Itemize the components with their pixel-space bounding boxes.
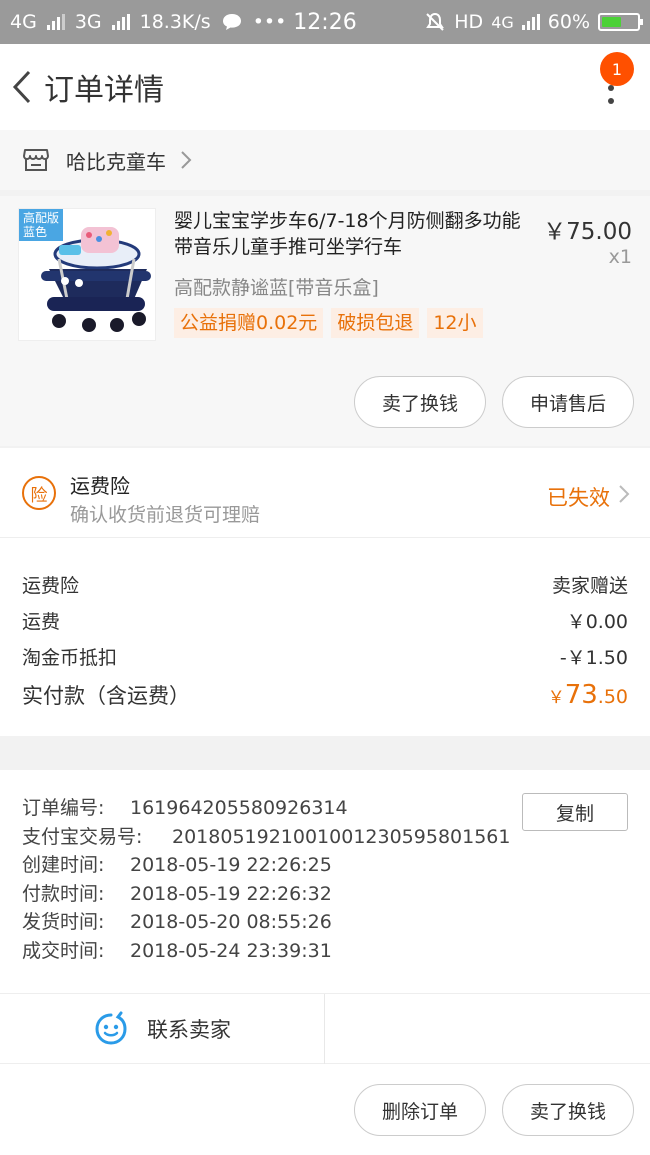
message-icon [222,14,241,30]
signal-icon-3 [521,14,540,30]
bottom-action-bar: 删除订单 卖了换钱 [0,1064,650,1155]
tag-damage-return: 破损包退 [331,308,420,338]
fee-value: -￥1.50 [559,647,628,669]
total-paid-amount: ￥73.50 [548,680,628,710]
more-notifications-dots: ••• [252,11,287,33]
sell-for-cash-bottom-button[interactable]: 卖了换钱 [502,1084,634,1136]
product-title[interactable]: 婴儿宝宝学步车6/7-18个月防侧翻多功能带音乐儿童手推可坐学行车 [174,208,528,260]
fee-label: 运费险 [22,575,80,597]
status-left: 4G 3G 18.3K/s ••• [10,11,286,33]
contact-bar: 联系卖家 [0,994,650,1064]
tag-charity: 公益捐赠0.02元 [174,308,324,338]
clock: 12:26 [293,9,357,35]
order-info: 订单编号: 161964205580926314 支付宝交易号: 2018051… [0,770,650,994]
chevron-right-icon [619,485,630,503]
hd-label: HD [454,11,484,33]
insurance-icon: 险 [22,476,56,510]
info-row: 创建时间: 2018-05-19 22:26:25 [22,851,628,880]
sell-for-cash-button[interactable]: 卖了换钱 [354,376,486,428]
insurance-status: 已失效 [547,486,610,510]
insurance-title: 运费险 [70,474,130,498]
thumbnail-badge: 高配版 蓝色 [19,209,64,241]
product-thumbnail[interactable]: 高配版 蓝色 [18,208,156,341]
info-row: 付款时间: 2018-05-19 22:26:32 [22,880,628,909]
insurance-subtitle: 确认收货前退货可理赔 [70,504,261,526]
currency-symbol: ￥ [547,688,565,708]
contact-seller-label: 联系卖家 [147,1018,231,1042]
network-type-3: 4G [491,12,514,32]
fee-row: 运费险 卖家赠送 [22,568,628,604]
info-value: 161964205580926314 [130,797,348,819]
fee-value: ￥0.00 [566,611,628,633]
status-bar: 4G 3G 18.3K/s ••• 12:26 HD 4G 60% [0,0,650,44]
shop-icon [23,149,49,171]
status-right: HD 4G 60% [424,11,643,33]
shop-row[interactable]: 哈比克童车 [0,130,650,190]
product-spec: 高配款静谧蓝[带音乐盒] [174,277,379,299]
product-quantity: x1 [608,246,632,268]
info-value: 2018051921001001230595801561 [172,825,511,848]
thumbnail-badge-line2: 蓝色 [23,225,48,239]
thumbnail-badge-line1: 高配版 [23,211,60,225]
info-label: 成交时间: [22,939,105,962]
fee-value: 卖家赠送 [551,575,628,597]
info-label: 支付宝交易号: [22,825,143,848]
info-value: 2018-05-19 22:26:25 [130,854,332,876]
network-type-2: 3G [74,11,102,33]
info-row: 发货时间: 2018-05-20 08:55:26 [22,908,628,937]
info-label: 付款时间: [22,882,105,905]
info-label: 发货时间: [22,911,105,933]
shipping-insurance-row[interactable]: 险 运费险 确认收货前退货可理赔 已失效 [0,448,650,538]
signal-icon [46,14,65,30]
mute-bell-icon [426,12,445,31]
header: 订单详情 1 [0,44,650,130]
tag-12h: 12小 [427,308,483,338]
info-value: 2018-05-24 23:39:31 [130,939,332,962]
shop-name: 哈比克童车 [66,149,166,174]
network-type-1: 4G [10,11,37,33]
service-tags: 公益捐赠0.02元 破损包退 12小 [174,308,483,338]
fee-row: 淘金币抵扣 -￥1.50 [22,640,628,676]
signal-icon-2 [111,14,130,30]
battery-percent: 60% [547,11,590,33]
fee-label: 运费 [22,611,61,633]
fee-label: 淘金币抵扣 [22,647,118,669]
info-value: 2018-05-19 22:26:32 [130,882,332,905]
fee-summary: 运费险 卖家赠送 运费 ￥0.00 淘金币抵扣 -￥1.50 实付款（含运费） … [0,538,650,736]
after-sale-button[interactable]: 申请售后 [502,376,634,428]
battery-fill [602,17,621,27]
chat-face-icon [95,1011,127,1045]
info-label: 订单编号: [22,797,105,819]
back-icon[interactable] [2,44,42,130]
fee-row: 运费 ￥0.00 [22,604,628,640]
page-title: 订单详情 [44,73,164,108]
total-paid-label: 实付款（含运费） [22,684,190,708]
total-paid-row: 实付款（含运费） ￥73.50 [22,680,628,710]
product-price: ￥75.00 [543,219,632,245]
network-speed: 18.3K/s [139,11,211,33]
order-item[interactable]: 高配版 蓝色 婴儿宝宝学步车6/7-18个月防侧翻多功能带音乐儿童手推可坐学行车… [0,196,650,446]
total-integer: 73 [564,680,598,710]
total-decimal: .50 [597,686,628,708]
delete-order-button[interactable]: 删除订单 [354,1084,486,1136]
battery-icon [598,13,643,31]
contact-seller-button[interactable]: 联系卖家 [0,994,325,1064]
copy-order-number-button[interactable]: 复制 [522,793,628,831]
info-value: 2018-05-20 08:55:26 [130,911,332,933]
info-row: 成交时间: 2018-05-24 23:39:31 [22,937,628,966]
notification-badge: 1 [600,52,634,86]
info-label: 创建时间: [22,854,105,876]
chevron-right-icon [181,151,192,169]
